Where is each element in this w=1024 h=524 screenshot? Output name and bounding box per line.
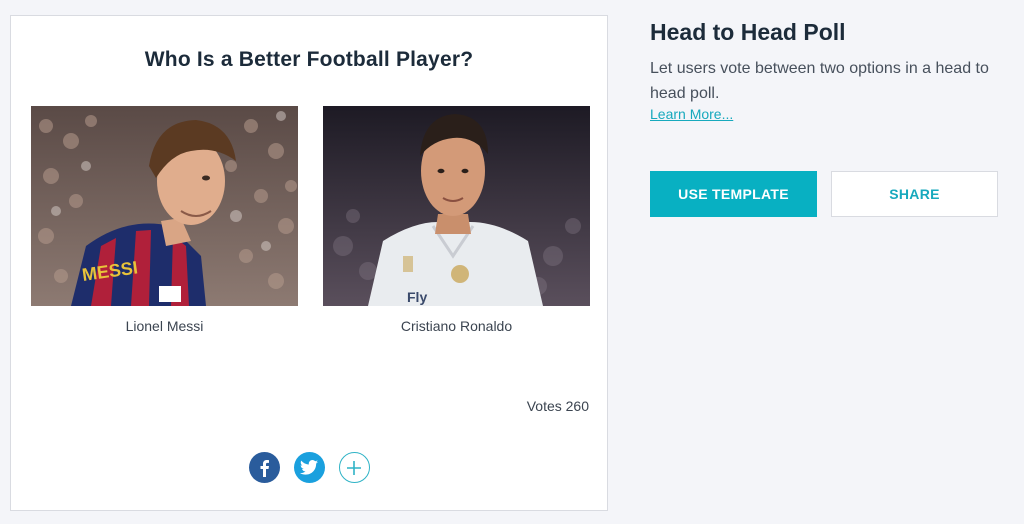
poll-title: Who Is a Better Football Player? xyxy=(144,48,474,71)
poll-option-2[interactable]: Fly Cristiano Ronaldo xyxy=(323,106,590,334)
use-template-button[interactable]: USE TEMPLATE xyxy=(650,171,817,217)
poll-option-1[interactable]: MESSI Lionel Messi xyxy=(31,106,298,334)
option-1-label: Lionel Messi xyxy=(125,318,204,334)
template-info-panel: Head to Head Poll Let users vote between… xyxy=(650,18,1010,217)
facebook-icon xyxy=(260,459,269,477)
page: Who Is a Better Football Player? MESSI L… xyxy=(0,0,1024,524)
poll-card: Who Is a Better Football Player? MESSI L… xyxy=(10,15,608,511)
more-share-button[interactable] xyxy=(338,452,370,483)
social-share-row xyxy=(11,452,607,483)
option-1-photo[interactable]: MESSI xyxy=(31,106,298,306)
option-2-label: Cristiano Ronaldo xyxy=(400,318,513,334)
player-1-image: MESSI xyxy=(31,106,298,306)
plus-icon xyxy=(347,460,361,475)
twitter-icon xyxy=(300,460,318,475)
svg-text:Fly: Fly xyxy=(407,289,427,305)
twitter-share-button[interactable] xyxy=(293,452,325,483)
facebook-share-button[interactable] xyxy=(248,452,280,483)
learn-more-link[interactable]: Learn More... xyxy=(650,106,733,122)
votes-count: Votes 260 xyxy=(526,398,589,414)
share-button[interactable]: SHARE xyxy=(831,171,998,217)
template-title: Head to Head Poll xyxy=(650,19,846,45)
option-2-photo[interactable]: Fly xyxy=(323,106,590,306)
player-2-image: Fly xyxy=(323,106,590,306)
template-description: Let users vote between two options in a … xyxy=(650,60,989,102)
